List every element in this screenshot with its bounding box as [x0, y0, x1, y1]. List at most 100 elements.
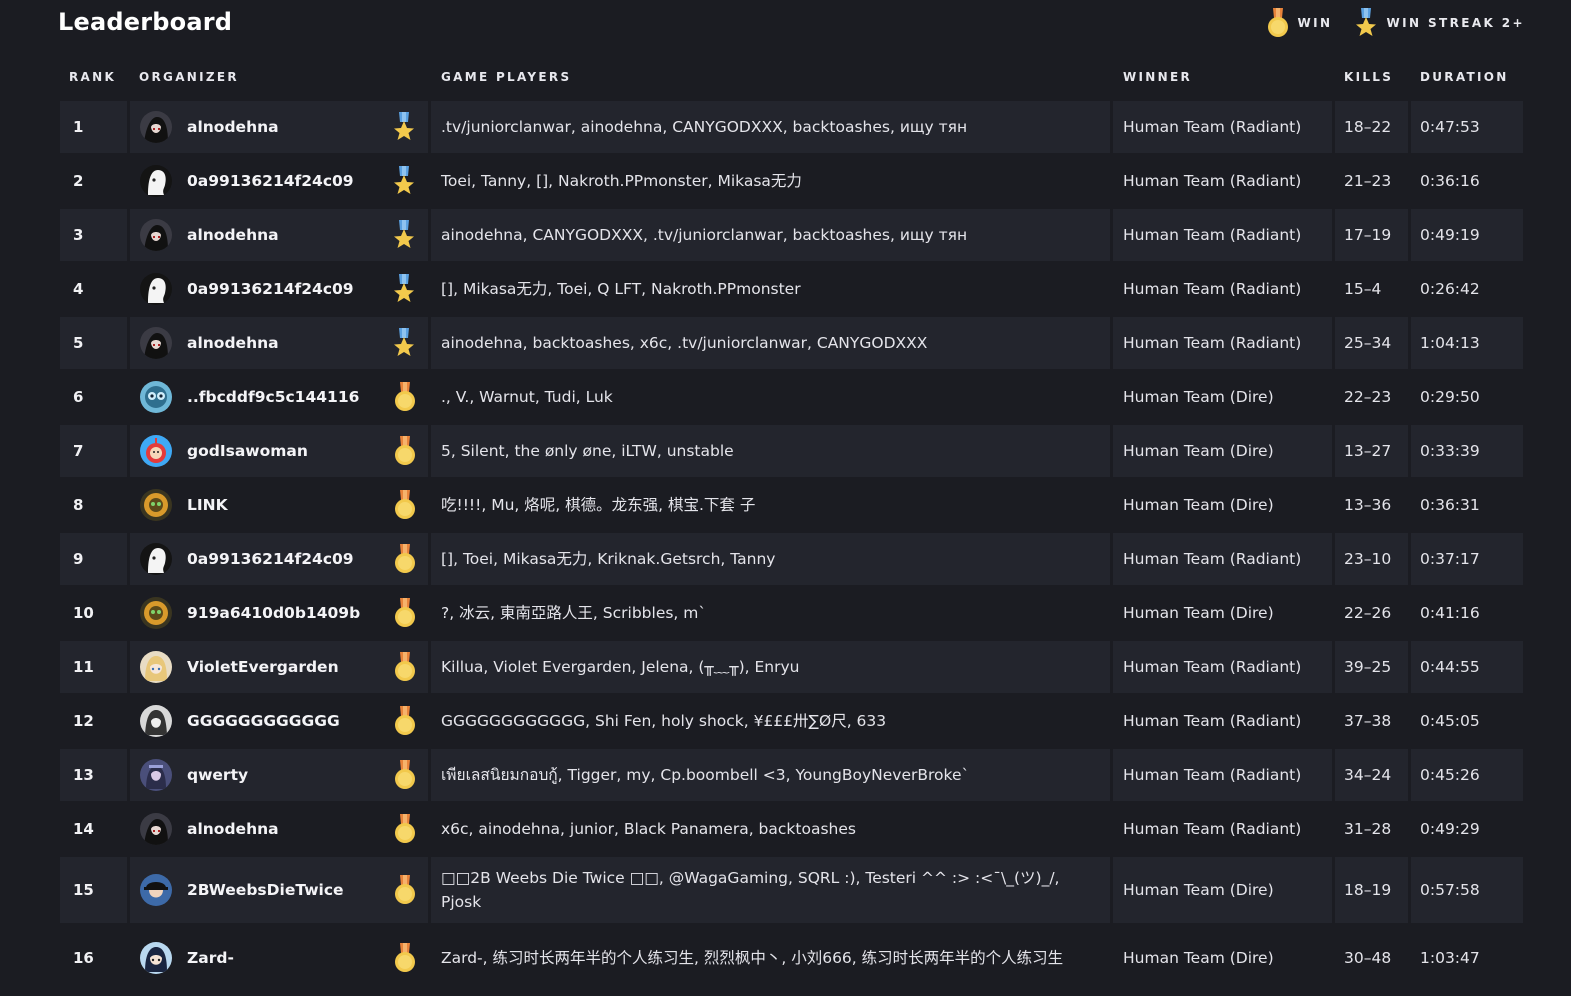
game-players-cell: ainodehna, backtoashes, x6c, .tv/juniorc… [431, 317, 1110, 369]
cap-avatar[interactable] [140, 874, 172, 906]
column-winner[interactable]: WINNER [1123, 70, 1192, 84]
organizer-cell[interactable]: GGGGGGGGGGGG [130, 695, 428, 747]
table-row[interactable]: 1 alnodehna .tv/juniorclanwar, ainodehna, … [60, 101, 1523, 153]
rank-value: 1 [73, 118, 84, 136]
table-row[interactable]: 15 2BWeebsDieTwice □□2B Weebs Die Twice □□… [60, 857, 1523, 923]
duration-cell: 0:41:16 [1411, 587, 1523, 639]
game-players-cell: Toei, Tanny, [], Nakroth.PPmonster, Mika… [431, 155, 1110, 207]
white-ghost-avatar[interactable] [140, 165, 172, 197]
table-row[interactable]: 13 qwerty เพียเลสนิยมกอบกู้, Tigger, my, C… [60, 749, 1523, 801]
table-row[interactable]: 14 alnodehna x6c, ainodehna, junior, Black… [60, 803, 1523, 855]
organizer-cell[interactable]: 0a99136214f24c09 [130, 533, 428, 585]
table-row[interactable]: 7 godIsawoman 5, Silent, the ønly øne, iLT… [60, 425, 1523, 477]
organizer-cell[interactable]: alnodehna [130, 101, 428, 153]
organizer-cell[interactable]: VioletEvergarden [130, 641, 428, 693]
organizer-name[interactable]: ..fbcddf9c5c144116 [187, 388, 359, 406]
organizer-cell[interactable]: godIsawoman [130, 425, 428, 477]
kills-cell: 25–34 [1335, 317, 1408, 369]
table-row[interactable]: 8 LINK 吃!!!!, Mu, 烙呢, 棋德。龙东强, 棋宝.下套 子 Human… [60, 479, 1523, 531]
organizer-name[interactable]: 2BWeebsDieTwice [187, 881, 344, 899]
organizer-name[interactable]: VioletEvergarden [187, 658, 339, 676]
column-duration[interactable]: DURATION [1420, 70, 1509, 84]
organizer-name[interactable]: alnodehna [187, 118, 279, 136]
kills-value: 30–48 [1344, 949, 1392, 967]
column-organizer[interactable]: ORGANIZER [139, 70, 239, 84]
column-rank[interactable]: RANK [69, 70, 116, 84]
purple-warrior-avatar[interactable] [140, 759, 172, 791]
organizer-cell[interactable]: alnodehna [130, 803, 428, 855]
orange-robot-avatar[interactable] [140, 489, 172, 521]
winner-text: Human Team (Dire) [1123, 949, 1274, 967]
table-row[interactable]: 16 Zard- Zard-, 练习时长两年半的个人练习生, 烈烈枫中丶, 小刘66… [60, 925, 1523, 991]
duration-value: 0:49:29 [1420, 820, 1480, 838]
table-row[interactable]: 4 0a99136214f24c09 [], Mikasa无力, Toei, Q L… [60, 263, 1523, 315]
organizer-cell[interactable]: alnodehna [130, 317, 428, 369]
organizer-cell[interactable]: 2BWeebsDieTwice [130, 857, 428, 923]
organizer-cell[interactable]: ..fbcddf9c5c144116 [130, 371, 428, 423]
white-ghost-avatar[interactable] [140, 543, 172, 575]
table-row[interactable]: 10 919a6410d0b1409b ?, 冰云, 東南亞路人王, Scribbl… [60, 587, 1523, 639]
rank-value: 4 [73, 280, 84, 298]
table-row[interactable]: 5 alnodehna ainodehna, backtoashes, x6c, .… [60, 317, 1523, 369]
organizer-name[interactable]: 0a99136214f24c09 [187, 550, 354, 568]
organizer-cell[interactable]: LINK [130, 479, 428, 531]
organizer-name[interactable]: Zard- [187, 949, 234, 967]
organizer-cell[interactable]: Zard- [130, 925, 428, 991]
table-row[interactable]: 12 GGGGGGGGGGGG GGGGGGGGGGGG, Shi Fen, hol… [60, 695, 1523, 747]
game-players-cell: x6c, ainodehna, junior, Black Panamera, … [431, 803, 1110, 855]
rank-cell: 11 [60, 641, 127, 693]
rank-value: 15 [73, 881, 94, 899]
game-players-text: ainodehna, CANYGODXXX, .tv/juniorclanwar… [441, 226, 968, 244]
game-players-text: x6c, ainodehna, junior, Black Panamera, … [441, 820, 856, 838]
orange-robot-avatar[interactable] [140, 597, 172, 629]
blue-robot-avatar[interactable] [140, 381, 172, 413]
rank-cell: 16 [60, 925, 127, 991]
organizer-name[interactable]: godIsawoman [187, 442, 308, 460]
rank-cell: 7 [60, 425, 127, 477]
organizer-name[interactable]: LINK [187, 496, 228, 514]
table-row[interactable]: 11 VioletEvergarden Killua, Violet Evergar… [60, 641, 1523, 693]
dark-anime-avatar[interactable] [140, 813, 172, 845]
table-row[interactable]: 9 0a99136214f24c09 [], Toei, Mikasa无力, Kri… [60, 533, 1523, 585]
organizer-cell[interactable]: 0a99136214f24c09 [130, 155, 428, 207]
table-row[interactable]: 2 0a99136214f24c09 Toei, Tanny, [], Nakrot… [60, 155, 1523, 207]
organizer-name[interactable]: alnodehna [187, 334, 279, 352]
organizer-name[interactable]: 919a6410d0b1409b [187, 604, 360, 622]
game-players-cell: ainodehna, CANYGODXXX, .tv/juniorclanwar… [431, 209, 1110, 261]
winner-cell: Human Team (Radiant) [1113, 749, 1332, 801]
organizer-name[interactable]: qwerty [187, 766, 248, 784]
duration-cell: 0:36:31 [1411, 479, 1523, 531]
teletubby-avatar[interactable] [140, 435, 172, 467]
gray-anime-avatar[interactable] [140, 705, 172, 737]
column-game-players[interactable]: GAME PLAYERS [441, 70, 571, 84]
dark-anime-avatar[interactable] [140, 111, 172, 143]
rank-value: 2 [73, 172, 84, 190]
blonde-anime-avatar[interactable] [140, 651, 172, 683]
dark-anime-avatar[interactable] [140, 327, 172, 359]
rank-cell: 9 [60, 533, 127, 585]
organizer-cell[interactable]: alnodehna [130, 209, 428, 261]
organizer-name[interactable]: 0a99136214f24c09 [187, 172, 354, 190]
table-row[interactable]: 6 ..fbcddf9c5c144116 ., V., Warnut, Tudi, … [60, 371, 1523, 423]
kills-cell: 17–19 [1335, 209, 1408, 261]
white-ghost-avatar[interactable] [140, 273, 172, 305]
kills-value: 34–24 [1344, 766, 1392, 784]
organizer-cell[interactable]: 0a99136214f24c09 [130, 263, 428, 315]
game-players-cell: ., V., Warnut, Tudi, Luk [431, 371, 1110, 423]
kills-value: 18–22 [1344, 118, 1392, 136]
organizer-name[interactable]: 0a99136214f24c09 [187, 280, 354, 298]
kills-value: 39–25 [1344, 658, 1392, 676]
dark-anime-avatar[interactable] [140, 219, 172, 251]
rank-cell: 3 [60, 209, 127, 261]
blue-anime-avatar[interactable] [140, 942, 172, 974]
organizer-cell[interactable]: qwerty [130, 749, 428, 801]
winner-text: Human Team (Radiant) [1123, 172, 1302, 190]
organizer-name[interactable]: GGGGGGGGGGGG [187, 712, 340, 730]
winner-text: Human Team (Radiant) [1123, 280, 1302, 298]
table-row[interactable]: 3 alnodehna ainodehna, CANYGODXXX, .tv/jun… [60, 209, 1523, 261]
game-players-cell: GGGGGGGGGGGG, Shi Fen, holy shock, ¥£££卅… [431, 695, 1110, 747]
organizer-cell[interactable]: 919a6410d0b1409b [130, 587, 428, 639]
column-kills[interactable]: KILLS [1344, 70, 1393, 84]
organizer-name[interactable]: alnodehna [187, 820, 279, 838]
organizer-name[interactable]: alnodehna [187, 226, 279, 244]
